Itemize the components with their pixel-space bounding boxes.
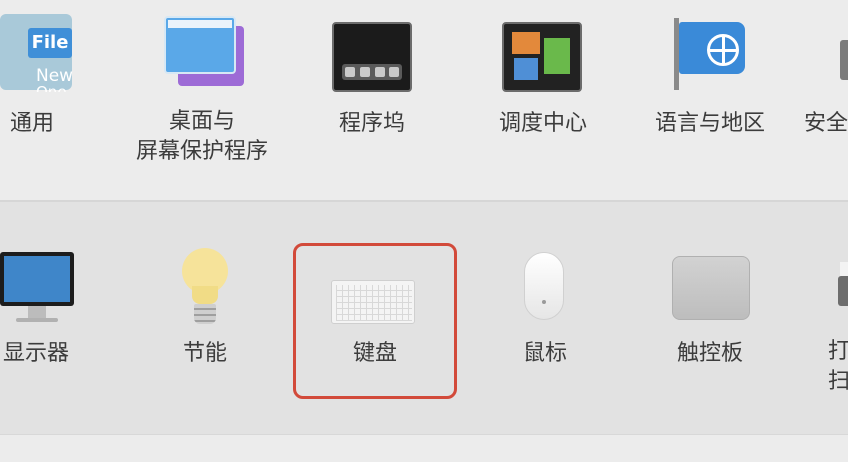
pane-desktop-screensaver[interactable]: 桌面与 屏幕保护程序 — [122, 0, 282, 180]
pane-general-label: 通用 — [9, 111, 54, 136]
mission-control-icon-window-green — [544, 38, 570, 74]
printer-icon — [838, 262, 848, 312]
pane-displays[interactable]: 显示器 — [0, 242, 90, 392]
mouse-icon — [524, 252, 564, 322]
desktop-icon-front-window — [164, 16, 236, 74]
pane-trackpad[interactable]: 触控板 — [650, 242, 770, 392]
security-icon-shape — [840, 40, 848, 80]
pane-printers[interactable]: 打 扫 — [818, 242, 848, 412]
general-icon-file-text: File — [28, 28, 72, 58]
pane-dock-label: 程序坞 — [338, 111, 405, 136]
bulb-neck — [192, 286, 218, 304]
dock-icon-app-3 — [375, 67, 385, 77]
pane-energy-label: 节能 — [182, 341, 227, 366]
pane-desktop-label-1: 桌面与 — [168, 109, 235, 134]
globe-equator — [710, 49, 736, 52]
dock-icon-app-4 — [389, 67, 399, 77]
language-flag-icon — [670, 18, 750, 94]
pane-mouse-label: 鼠标 — [522, 341, 567, 366]
lightbulb-icon — [182, 248, 228, 328]
pane-trackpad-label: 触控板 — [676, 341, 743, 366]
general-file-icon: File New One — [0, 14, 74, 94]
mouse-icon-body — [524, 252, 564, 320]
dock-icon-app-2 — [360, 67, 370, 77]
system-preferences-window: File New One 通用 桌面与 屏幕保护程序 — [0, 0, 848, 462]
pane-language-label: 语言与地区 — [654, 111, 765, 136]
trackpad-icon — [672, 256, 750, 320]
pane-printers-label-2: 扫 — [828, 369, 848, 394]
desktop-icon-titlebar — [168, 20, 232, 28]
mouse-icon-logo — [542, 300, 546, 304]
globe-icon — [707, 34, 739, 66]
dock-icon-tray — [342, 64, 402, 80]
pane-displays-label: 显示器 — [2, 341, 69, 366]
preferences-row-other — [0, 434, 848, 462]
pane-mission-control[interactable]: 调度中心 — [478, 0, 608, 180]
preferences-row-personal: File New One 通用 桌面与 屏幕保护程序 — [0, 0, 848, 200]
mission-control-icon-window-orange — [512, 32, 540, 54]
general-icon-new-text: New — [36, 66, 74, 86]
dock-icon-app-1 — [345, 67, 355, 77]
flag-cloth — [679, 22, 745, 74]
display-icon — [0, 252, 74, 324]
pane-mouse[interactable]: 鼠标 — [490, 242, 600, 392]
mission-control-icon-screen — [502, 22, 582, 92]
desktop-screensaver-icon — [164, 16, 246, 88]
display-icon-base — [16, 318, 58, 322]
pane-general[interactable]: File New One 通用 — [0, 0, 100, 180]
dock-icon-screen — [332, 22, 412, 92]
pane-security-label: 安全 — [804, 111, 848, 136]
pane-language-region[interactable]: 语言与地区 — [640, 0, 780, 180]
trackpad-icon-body — [672, 256, 750, 320]
mission-control-icon — [502, 22, 582, 92]
printer-icon-body — [838, 276, 848, 306]
dock-icon — [332, 22, 412, 92]
pane-energy-saver[interactable]: 节能 — [150, 242, 260, 392]
bulb-screw-base — [194, 304, 216, 324]
display-icon-screen — [0, 252, 74, 306]
keyboard-highlight-frame — [293, 243, 457, 399]
general-icon-open-text: One — [36, 84, 72, 92]
pane-mission-control-label: 调度中心 — [498, 111, 587, 136]
pane-desktop-label-2: 屏幕保护程序 — [135, 139, 268, 164]
pane-dock[interactable]: 程序坞 — [312, 0, 432, 180]
security-lock-icon — [830, 20, 848, 96]
display-icon-stand — [28, 306, 46, 318]
mission-control-icon-window-blue — [514, 58, 538, 80]
display-icon-wallpaper — [4, 256, 70, 302]
pane-printers-label-1: 打 — [828, 339, 848, 364]
pane-security[interactable]: 安全 — [800, 0, 848, 180]
